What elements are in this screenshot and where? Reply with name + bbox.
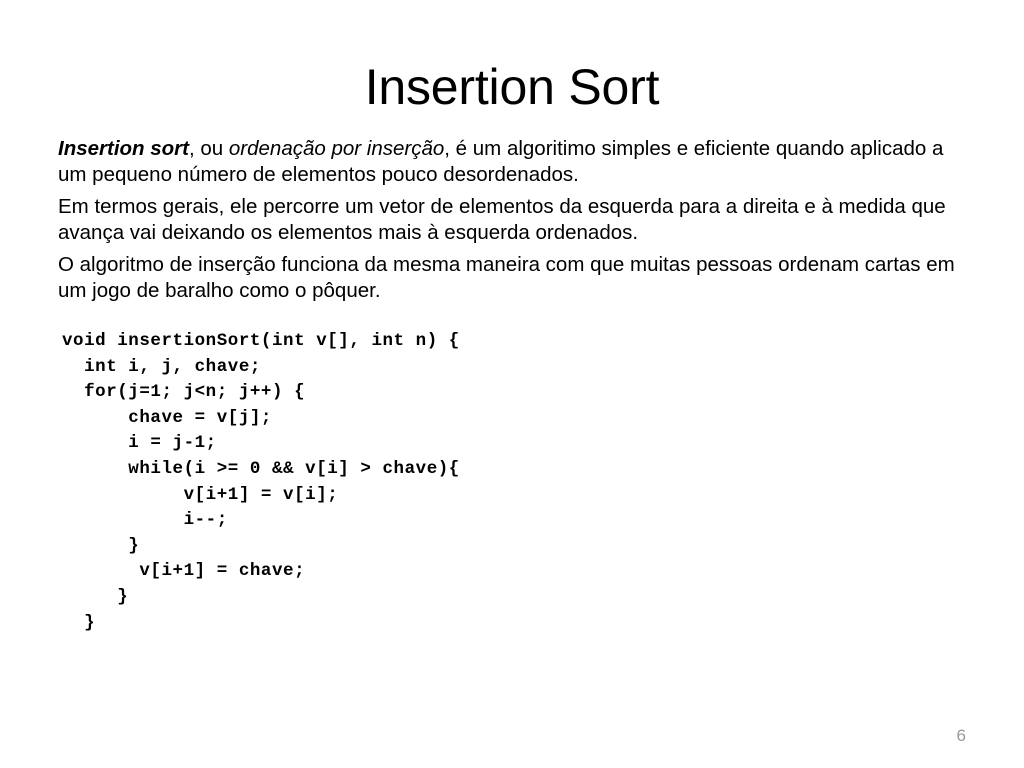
slide: Insertion Sort Insertion sort, ou ordena… xyxy=(0,0,1024,768)
code-line: } xyxy=(62,586,129,607)
code-line: for(j=1; j<n; j++) { xyxy=(62,382,306,403)
body-text-block: Insertion sort, ou ordenação por inserçã… xyxy=(58,136,958,307)
paragraph-behaviour: Em termos gerais, ele percorre um vetor … xyxy=(58,194,958,246)
code-line: void insertionSort(int v[], int n) { xyxy=(62,331,460,351)
text-run-analogy-0: O algoritmo de inserção funciona da mesm… xyxy=(58,253,955,302)
text-run-definition-2: ordenação por inserção xyxy=(228,137,445,160)
paragraph-analogy: O algoritmo de inserção funciona da mesm… xyxy=(58,252,958,304)
code-line: v[i+1] = v[i]; xyxy=(62,484,339,505)
code-line: } xyxy=(62,612,96,633)
code-line: chave = v[j]; xyxy=(62,407,272,428)
code-line: i--; xyxy=(62,510,228,531)
code-line: } xyxy=(62,535,140,556)
text-run-definition-1: , ou xyxy=(189,137,229,160)
code-line: while(i >= 0 && v[i] > chave){ xyxy=(62,458,460,479)
code-line: v[i+1] = chave; xyxy=(62,561,306,582)
page-title: Insertion Sort xyxy=(364,58,660,115)
code-line: int i, j, chave; xyxy=(62,356,261,377)
text-run-definition-0: Insertion sort xyxy=(58,137,189,160)
page-number: 6 xyxy=(956,726,966,745)
code-block: void insertionSort(int v[], int n) { int… xyxy=(62,329,460,636)
code-line: i = j-1; xyxy=(62,433,217,454)
text-run-behaviour-0: Em termos gerais, ele percorre um vetor … xyxy=(58,195,946,244)
paragraph-definition: Insertion sort, ou ordenação por inserçã… xyxy=(58,136,958,188)
